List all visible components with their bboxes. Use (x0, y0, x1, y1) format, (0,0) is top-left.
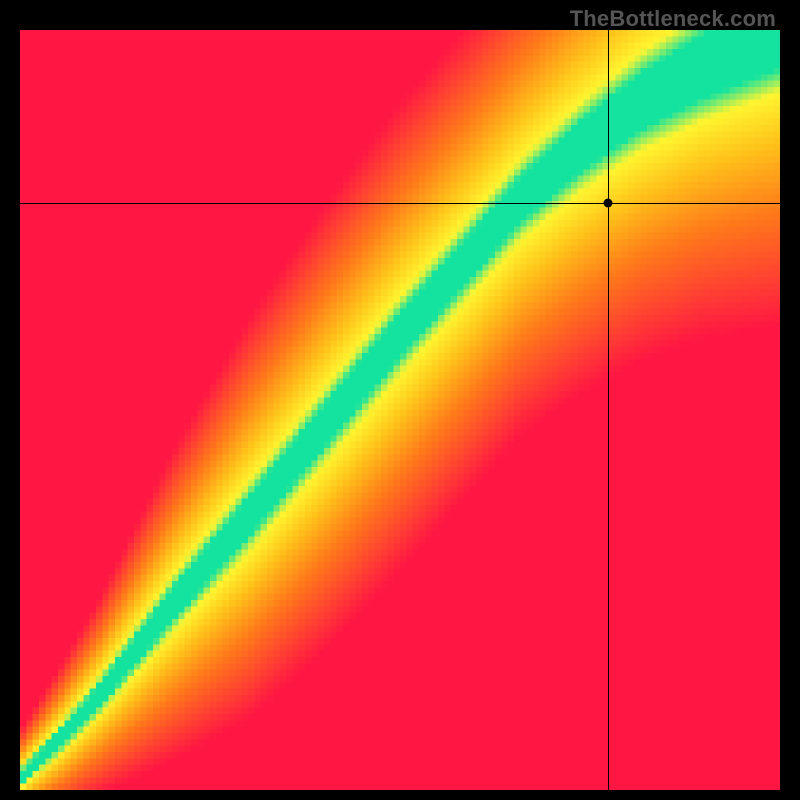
chart-container: TheBottleneck.com (0, 0, 800, 800)
heatmap-plot-area[interactable] (20, 30, 780, 790)
heatmap-canvas (20, 30, 780, 790)
watermark-text: TheBottleneck.com (570, 6, 776, 32)
